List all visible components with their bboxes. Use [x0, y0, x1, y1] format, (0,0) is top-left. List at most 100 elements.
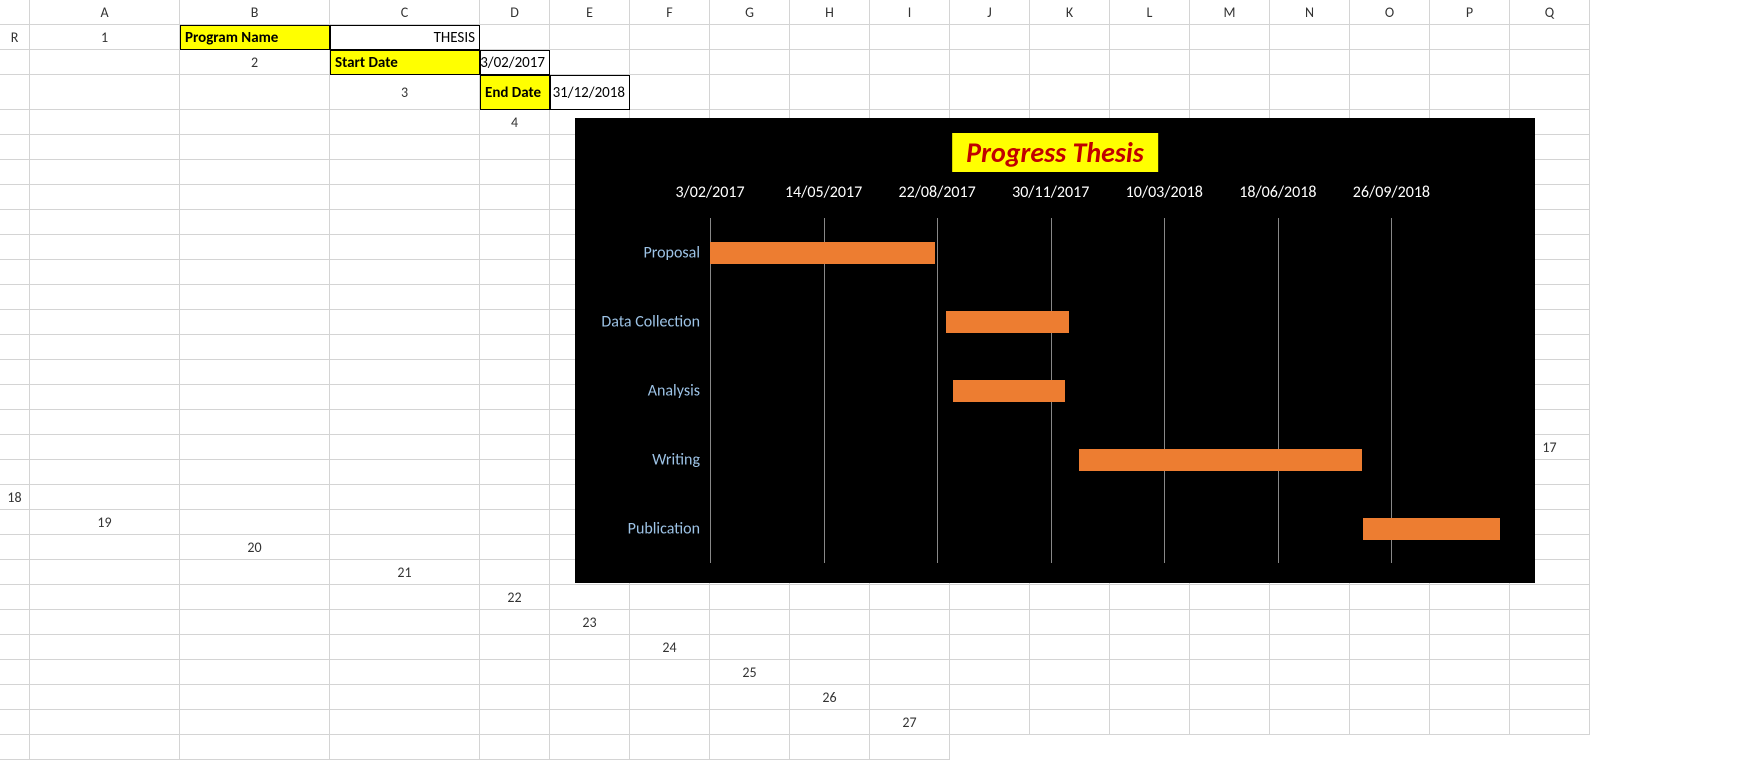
cell-N25[interactable]	[330, 685, 480, 710]
cell-L6[interactable]	[0, 185, 30, 210]
cell-N6[interactable]	[180, 185, 330, 210]
cell-K10[interactable]	[330, 285, 480, 310]
col-header-Q[interactable]: Q	[1510, 0, 1590, 25]
cell-H13[interactable]	[330, 360, 480, 385]
cell-B17[interactable]	[30, 460, 180, 485]
col-header-C[interactable]: C	[330, 0, 480, 25]
cell-B25[interactable]	[870, 660, 950, 685]
cell-P20[interactable]	[0, 560, 30, 585]
cell-H2[interactable]	[950, 50, 1030, 75]
cell-K26[interactable]	[30, 710, 180, 735]
cell-E1[interactable]	[630, 25, 710, 50]
cell-R27[interactable]	[870, 735, 950, 760]
cell-M6[interactable]	[30, 185, 180, 210]
cell-N22[interactable]	[0, 610, 30, 635]
cell-C18[interactable]	[330, 485, 480, 510]
cell-J2[interactable]	[1110, 50, 1190, 75]
row-header-26[interactable]: 26	[790, 685, 870, 710]
cell-R2[interactable]	[180, 75, 330, 110]
cell-L1[interactable]	[1190, 25, 1270, 50]
cell-G22[interactable]	[1030, 585, 1110, 610]
cell-J26[interactable]	[0, 710, 30, 735]
cell-P22[interactable]	[180, 610, 330, 635]
cell-P23[interactable]	[330, 635, 480, 660]
cell-I3[interactable]	[1110, 75, 1190, 110]
cell-J22[interactable]	[1270, 585, 1350, 610]
row-header-27[interactable]: 27	[870, 710, 950, 735]
cell-J9[interactable]	[30, 260, 180, 285]
cell-A23[interactable]	[630, 610, 710, 635]
cell-J10[interactable]	[180, 285, 330, 310]
cell-M27[interactable]	[480, 735, 550, 760]
cell-Q22[interactable]	[330, 610, 480, 635]
cell-E24[interactable]	[1030, 635, 1110, 660]
row-header-24[interactable]: 24	[630, 635, 710, 660]
cell-P26[interactable]	[630, 710, 710, 735]
cell-E25[interactable]	[1110, 660, 1190, 685]
cell-E27[interactable]	[1270, 710, 1350, 735]
cell-P6[interactable]	[480, 185, 550, 210]
cell-R26[interactable]	[790, 710, 870, 735]
cell-G25[interactable]	[1270, 660, 1350, 685]
cell-O2[interactable]	[1510, 50, 1590, 75]
cell-J27[interactable]	[30, 735, 180, 760]
cell-O21[interactable]	[0, 585, 30, 610]
cell-M2[interactable]	[1350, 50, 1430, 75]
cell-A17[interactable]	[0, 460, 30, 485]
cell-I13[interactable]	[480, 360, 550, 385]
cell-I25[interactable]	[1430, 660, 1510, 685]
cell-G24[interactable]	[1190, 635, 1270, 660]
row-header-22[interactable]: 22	[480, 585, 550, 610]
cell-R1[interactable]	[30, 50, 180, 75]
cell-O4[interactable]	[30, 135, 180, 160]
cell-H25[interactable]	[1350, 660, 1430, 685]
cell-I2[interactable]	[1030, 50, 1110, 75]
cell-I1[interactable]	[950, 25, 1030, 50]
cell-K22[interactable]	[1350, 585, 1430, 610]
cell-J25[interactable]	[1510, 660, 1590, 685]
cell-F24[interactable]	[1110, 635, 1190, 660]
row-header-20[interactable]: 20	[180, 535, 330, 560]
cell-B1[interactable]: THESIS	[330, 25, 480, 50]
cell-O1[interactable]	[1430, 25, 1510, 50]
cell-K7[interactable]	[0, 210, 30, 235]
row-header-1[interactable]: 1	[30, 25, 180, 50]
cell-Q19[interactable]	[0, 535, 30, 560]
cell-C26[interactable]	[1030, 685, 1110, 710]
cell-C24[interactable]	[870, 635, 950, 660]
select-all[interactable]	[0, 0, 30, 25]
cell-E26[interactable]	[1190, 685, 1270, 710]
cell-A24[interactable]	[710, 635, 790, 660]
cell-D14[interactable]	[0, 385, 30, 410]
cell-D17[interactable]	[330, 460, 480, 485]
cell-L26[interactable]	[180, 710, 330, 735]
cell-F26[interactable]	[1270, 685, 1350, 710]
cell-F2[interactable]	[790, 50, 870, 75]
cell-F22[interactable]	[950, 585, 1030, 610]
cell-E15[interactable]	[180, 410, 330, 435]
cell-A27[interactable]	[950, 710, 1030, 735]
cell-F16[interactable]	[480, 435, 550, 460]
cell-R22[interactable]	[480, 610, 550, 635]
cell-I9[interactable]	[0, 260, 30, 285]
cell-Q23[interactable]	[480, 635, 550, 660]
cell-P25[interactable]	[550, 685, 630, 710]
cell-L22[interactable]	[1430, 585, 1510, 610]
cell-D22[interactable]	[790, 585, 870, 610]
cell-B20[interactable]	[480, 535, 550, 560]
cell-M7[interactable]	[180, 210, 330, 235]
row-header-2[interactable]: 2	[180, 50, 330, 75]
cell-D15[interactable]	[30, 410, 180, 435]
cell-N3[interactable]	[1510, 75, 1590, 110]
cell-P4[interactable]	[180, 135, 330, 160]
cell-R18[interactable]	[0, 510, 30, 535]
cell-K2[interactable]	[1190, 50, 1270, 75]
cell-C22[interactable]	[710, 585, 790, 610]
cell-O24[interactable]	[330, 660, 480, 685]
cell-G14[interactable]	[330, 385, 480, 410]
col-header-E[interactable]: E	[550, 0, 630, 25]
row-header-21[interactable]: 21	[330, 560, 480, 585]
cell-C19[interactable]	[480, 510, 550, 535]
cell-R19[interactable]	[30, 535, 180, 560]
cell-N23[interactable]	[30, 635, 180, 660]
